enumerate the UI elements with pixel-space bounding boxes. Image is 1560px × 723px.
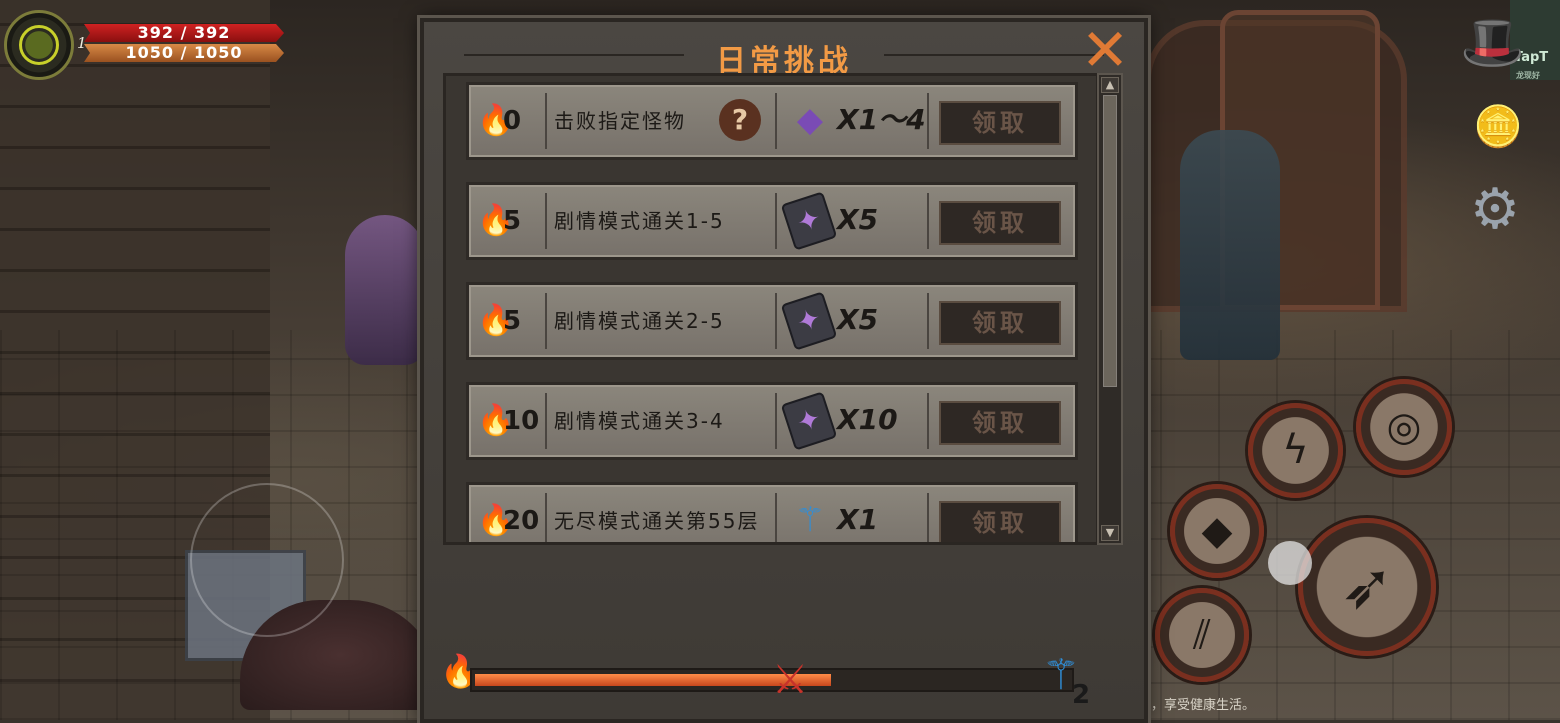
weapon-icon: ⚚ [794,500,826,540]
skill-shield-icon[interactable]: ◆ [1170,484,1264,578]
clown-enemy [345,215,425,365]
touch-indicator [1268,541,1312,585]
skill-lightning-icon[interactable]: ϟ [1248,403,1343,498]
player-level: 1 [77,34,87,52]
row-divider [775,493,777,542]
row-divider [545,493,547,542]
character-hat-icon[interactable]: 🎩 [1460,8,1525,78]
reward-quantity: X10 [837,403,898,436]
flame-points-icon: 🔥 [477,203,515,238]
task-name: 剧情模式通关3-4 [554,409,725,433]
close-icon[interactable]: ✕ [1075,20,1135,80]
row-divider [775,193,777,249]
row-divider [775,293,777,349]
task-points: 5 [503,306,522,336]
task-name: 击败指定怪物 [554,109,686,133]
task-points: 0 [503,106,522,136]
flame-points-icon: 🔥 [477,503,515,538]
task-list-scrollbar[interactable]: ▲ ▼ [1097,73,1123,545]
plague-doctor-npc[interactable] [1180,130,1280,360]
reward-quantity: X5 [837,303,879,336]
row-divider [927,293,929,349]
health-notice: 间，享受健康生活。 [1138,698,1256,713]
claim-button[interactable]: 领取 [939,101,1061,145]
attack-spear-icon[interactable]: ➶ [1298,518,1436,656]
row-divider [927,93,929,149]
coin-toss-icon[interactable]: 🪙 [1468,92,1528,162]
virtual-joystick[interactable] [190,483,344,637]
row-divider [545,293,547,349]
hp-bar: 392 / 392 [84,24,284,42]
row-divider [545,193,547,249]
task-list[interactable]: 🔥 0 击败指定怪物? ◆ X1～4 领取 🔥 5 剧情模式通关1-5 ✦ X5 领取 🔥 5 剧情模式通关… [443,73,1099,545]
claim-button[interactable]: 领取 [939,201,1061,245]
book-icon: ✦ [780,191,838,251]
task-row: 🔥 20 无尽模式通关第55层 ⚚ X1 领取 [466,482,1078,542]
flame-points-icon: 🔥 [477,303,515,338]
final-reward-count: 2 [1072,680,1091,710]
reward-quantity: X5 [837,203,879,236]
scroll-up-arrow-icon[interactable]: ▲ [1101,77,1119,93]
task-row: 🔥 5 剧情模式通关2-5 ✦ X5 领取 [466,282,1078,360]
task-name: 剧情模式通关1-5 [554,209,725,233]
reward-quantity: X1～4 [837,103,926,136]
progress-flame-icon: 🔥 [440,652,480,690]
row-divider [775,393,777,449]
settings-gear-icon[interactable]: ⚙ [1455,170,1535,250]
task-points: 5 [503,206,522,236]
row-divider [927,493,929,542]
row-divider [545,93,547,149]
task-points: 10 [503,406,540,436]
flame-points-icon: 🔥 [477,103,515,138]
scroll-down-arrow-icon[interactable]: ▼ [1101,525,1119,541]
claim-button[interactable]: 领取 [939,401,1061,445]
task-name: 无尽模式通关第55层 [554,509,760,533]
reward-quantity: X1 [837,503,879,536]
player-portrait[interactable] [4,10,74,80]
mp-bar: 1050 / 1050 [84,44,284,62]
scroll-thumb[interactable] [1103,95,1117,387]
task-points: 20 [503,506,540,536]
task-row: 🔥 0 击败指定怪物? ◆ X1～4 领取 [466,82,1078,160]
flame-points-icon: 🔥 [477,403,515,438]
claim-button[interactable]: 领取 [939,501,1061,542]
skill-claw-icon[interactable]: ⫽ [1155,588,1249,682]
row-divider [927,393,929,449]
milestone-reward-icon[interactable]: ⚔ [765,650,815,710]
claim-button[interactable]: 领取 [939,301,1061,345]
book-icon: ✦ [780,291,838,351]
skill-vortex-icon[interactable]: ◎ [1356,379,1452,475]
task-help-icon[interactable]: ? [719,99,761,141]
row-divider [927,193,929,249]
book-icon: ✦ [780,391,838,451]
row-divider [545,393,547,449]
row-divider [775,93,777,149]
task-name: 剧情模式通关2-5 [554,309,725,333]
crystal-icon: ◆ [796,100,824,140]
task-row: 🔥 5 剧情模式通关1-5 ✦ X5 领取 [466,182,1078,260]
portrait-ring-icon [19,25,59,65]
task-row: 🔥 10 剧情模式通关3-4 ✦ X10 领取 [466,382,1078,460]
